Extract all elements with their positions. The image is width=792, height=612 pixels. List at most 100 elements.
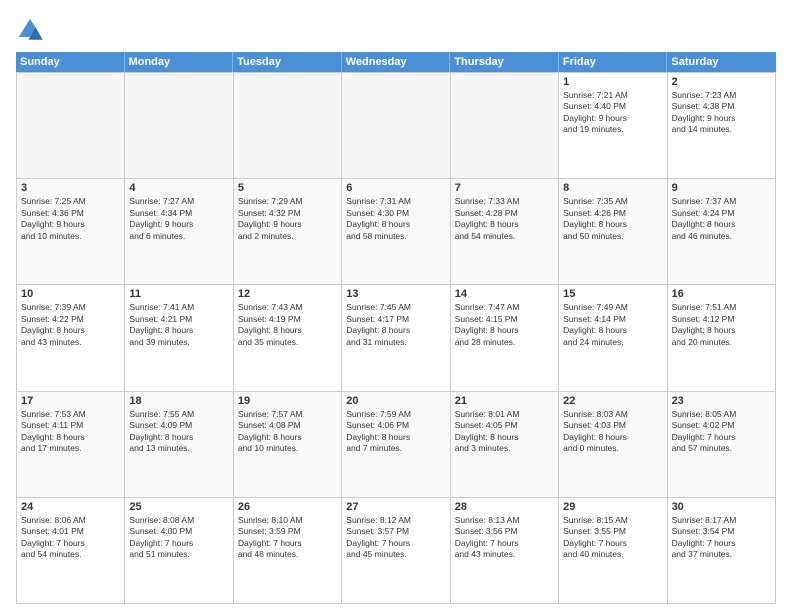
cell-info: Sunrise: 8:03 AM Sunset: 4:03 PM Dayligh…	[563, 409, 662, 455]
cell-info: Sunrise: 7:55 AM Sunset: 4:09 PM Dayligh…	[129, 409, 228, 455]
cell-info: Sunrise: 7:57 AM Sunset: 4:08 PM Dayligh…	[238, 409, 337, 455]
cell-info: Sunrise: 8:10 AM Sunset: 3:59 PM Dayligh…	[238, 515, 337, 561]
day-number: 18	[129, 395, 228, 407]
table-row: 23Sunrise: 8:05 AM Sunset: 4:02 PM Dayli…	[668, 392, 776, 498]
cell-info: Sunrise: 8:06 AM Sunset: 4:01 PM Dayligh…	[21, 515, 120, 561]
day-number: 29	[563, 501, 662, 513]
table-row: 11 Sunrise: 7:41 AM Sunset: 4:21 PM Dayli…	[125, 285, 233, 391]
cell-info: Sunrise: 7:43 AM Sunset: 4:19 PM Dayligh…	[238, 302, 337, 348]
table-row	[234, 73, 342, 179]
cell-info: Sunrise: 8:12 AM Sunset: 3:57 PM Dayligh…	[346, 515, 445, 561]
cell-info: Sunrise: 7:25 AM Sunset: 4:36 PM Dayligh…	[21, 196, 120, 242]
cell-info: Sunrise: 7:39 AM Sunset: 4:22 PM Dayligh…	[21, 302, 120, 348]
day-number: 16	[672, 288, 771, 300]
table-row	[17, 73, 125, 179]
table-row: 21 Sunrise: 8:01 AM Sunset: 4:05 PM Dayli…	[451, 392, 559, 498]
table-row	[451, 73, 559, 179]
header-cell-wednesday: Wednesday	[342, 52, 451, 72]
day-number: 4	[129, 182, 228, 194]
table-row: 24 Sunrise: 8:06 AM Sunset: 4:01 PM Dayli…	[17, 498, 125, 604]
table-row: 17 Sunrise: 7:53 AM Sunset: 4:11 PM Dayli…	[17, 392, 125, 498]
day-number: 27	[346, 501, 445, 513]
table-row	[342, 73, 450, 179]
table-row: 16 Sunrise: 7:51 AM Sunset: 4:12 PM Dayli…	[668, 285, 776, 391]
day-number: 14	[455, 288, 554, 300]
logo-icon	[16, 16, 44, 44]
calendar-header: SundayMondayTuesdayWednesdayThursdayFrid…	[16, 52, 776, 72]
table-row: 18 Sunrise: 7:55 AM Sunset: 4:09 PM Dayli…	[125, 392, 233, 498]
table-row: 2 Sunrise: 7:23 AM Sunset: 4:38 PM Daylig…	[668, 73, 776, 179]
table-row: 10 Sunrise: 7:39 AM Sunset: 4:22 PM Dayli…	[17, 285, 125, 391]
day-number: 26	[238, 501, 337, 513]
day-number: 17	[21, 395, 120, 407]
day-number: 25	[129, 501, 228, 513]
table-row: 26 Sunrise: 8:10 AM Sunset: 3:59 PM Dayli…	[234, 498, 342, 604]
day-number: 3	[21, 182, 120, 194]
cell-info: Sunrise: 7:41 AM Sunset: 4:21 PM Dayligh…	[129, 302, 228, 348]
day-number: 13	[346, 288, 445, 300]
header-cell-friday: Friday	[559, 52, 668, 72]
calendar: SundayMondayTuesdayWednesdayThursdayFrid…	[16, 52, 776, 604]
table-row: 6Sunrise: 7:31 AM Sunset: 4:30 PM Daylig…	[342, 179, 450, 285]
cell-info: Sunrise: 7:47 AM Sunset: 4:15 PM Dayligh…	[455, 302, 554, 348]
header-cell-thursday: Thursday	[450, 52, 559, 72]
day-number: 15	[563, 288, 662, 300]
day-number: 21	[455, 395, 554, 407]
table-row: 3 Sunrise: 7:25 AM Sunset: 4:36 PM Daylig…	[17, 179, 125, 285]
calendar-row: 17 Sunrise: 7:53 AM Sunset: 4:11 PM Dayli…	[17, 392, 776, 498]
cell-info: Sunrise: 8:01 AM Sunset: 4:05 PM Dayligh…	[455, 409, 554, 455]
day-number: 6	[346, 182, 445, 194]
header-cell-saturday: Saturday	[667, 52, 776, 72]
cell-info: Sunrise: 8:17 AM Sunset: 3:54 PM Dayligh…	[672, 515, 771, 561]
header-cell-monday: Monday	[125, 52, 234, 72]
cell-info: Sunrise: 7:45 AM Sunset: 4:17 PM Dayligh…	[346, 302, 445, 348]
header-cell-tuesday: Tuesday	[233, 52, 342, 72]
day-number: 30	[672, 501, 771, 513]
cell-info: Sunrise: 7:29 AM Sunset: 4:32 PM Dayligh…	[238, 196, 337, 242]
calendar-row: 10 Sunrise: 7:39 AM Sunset: 4:22 PM Dayli…	[17, 285, 776, 391]
cell-info: Sunrise: 7:51 AM Sunset: 4:12 PM Dayligh…	[672, 302, 771, 348]
day-number: 23	[672, 395, 771, 407]
cell-info: Sunrise: 7:27 AM Sunset: 4:34 PM Dayligh…	[129, 196, 228, 242]
header-cell-sunday: Sunday	[16, 52, 125, 72]
table-row: 29 Sunrise: 8:15 AM Sunset: 3:55 PM Dayli…	[559, 498, 667, 604]
table-row: 27 Sunrise: 8:12 AM Sunset: 3:57 PM Dayli…	[342, 498, 450, 604]
day-number: 9	[672, 182, 771, 194]
day-number: 19	[238, 395, 337, 407]
day-number: 20	[346, 395, 445, 407]
table-row: 5 Sunrise: 7:29 AM Sunset: 4:32 PM Daylig…	[234, 179, 342, 285]
calendar-body: 1 Sunrise: 7:21 AM Sunset: 4:40 PM Daylig…	[16, 72, 776, 604]
day-number: 24	[21, 501, 120, 513]
table-row: 8Sunrise: 7:35 AM Sunset: 4:26 PM Daylig…	[559, 179, 667, 285]
cell-info: Sunrise: 7:33 AM Sunset: 4:28 PM Dayligh…	[455, 196, 554, 242]
day-number: 22	[563, 395, 662, 407]
day-number: 5	[238, 182, 337, 194]
page: SundayMondayTuesdayWednesdayThursdayFrid…	[0, 0, 792, 612]
cell-info: Sunrise: 8:15 AM Sunset: 3:55 PM Dayligh…	[563, 515, 662, 561]
table-row: 9Sunrise: 7:37 AM Sunset: 4:24 PM Daylig…	[668, 179, 776, 285]
table-row: 25 Sunrise: 8:08 AM Sunset: 4:00 PM Dayli…	[125, 498, 233, 604]
logo	[16, 16, 48, 44]
table-row: 12Sunrise: 7:43 AM Sunset: 4:19 PM Dayli…	[234, 285, 342, 391]
table-row: 7Sunrise: 7:33 AM Sunset: 4:28 PM Daylig…	[451, 179, 559, 285]
cell-info: Sunrise: 7:59 AM Sunset: 4:06 PM Dayligh…	[346, 409, 445, 455]
header	[16, 16, 776, 44]
day-number: 11	[129, 288, 228, 300]
calendar-row: 1 Sunrise: 7:21 AM Sunset: 4:40 PM Daylig…	[17, 73, 776, 179]
table-row: 13 Sunrise: 7:45 AM Sunset: 4:17 PM Dayli…	[342, 285, 450, 391]
table-row: 1 Sunrise: 7:21 AM Sunset: 4:40 PM Daylig…	[559, 73, 667, 179]
table-row: 4 Sunrise: 7:27 AM Sunset: 4:34 PM Daylig…	[125, 179, 233, 285]
cell-info: Sunrise: 7:23 AM Sunset: 4:38 PM Dayligh…	[672, 90, 771, 136]
table-row: 14 Sunrise: 7:47 AM Sunset: 4:15 PM Dayli…	[451, 285, 559, 391]
table-row: 22 Sunrise: 8:03 AM Sunset: 4:03 PM Dayli…	[559, 392, 667, 498]
day-number: 2	[672, 76, 771, 88]
table-row: 20 Sunrise: 7:59 AM Sunset: 4:06 PM Dayli…	[342, 392, 450, 498]
day-number: 1	[563, 76, 662, 88]
cell-info: Sunrise: 7:53 AM Sunset: 4:11 PM Dayligh…	[21, 409, 120, 455]
cell-info: Sunrise: 7:21 AM Sunset: 4:40 PM Dayligh…	[563, 90, 662, 136]
table-row: 30 Sunrise: 8:17 AM Sunset: 3:54 PM Dayli…	[668, 498, 776, 604]
table-row	[125, 73, 233, 179]
table-row: 15Sunrise: 7:49 AM Sunset: 4:14 PM Dayli…	[559, 285, 667, 391]
cell-info: Sunrise: 8:08 AM Sunset: 4:00 PM Dayligh…	[129, 515, 228, 561]
day-number: 10	[21, 288, 120, 300]
